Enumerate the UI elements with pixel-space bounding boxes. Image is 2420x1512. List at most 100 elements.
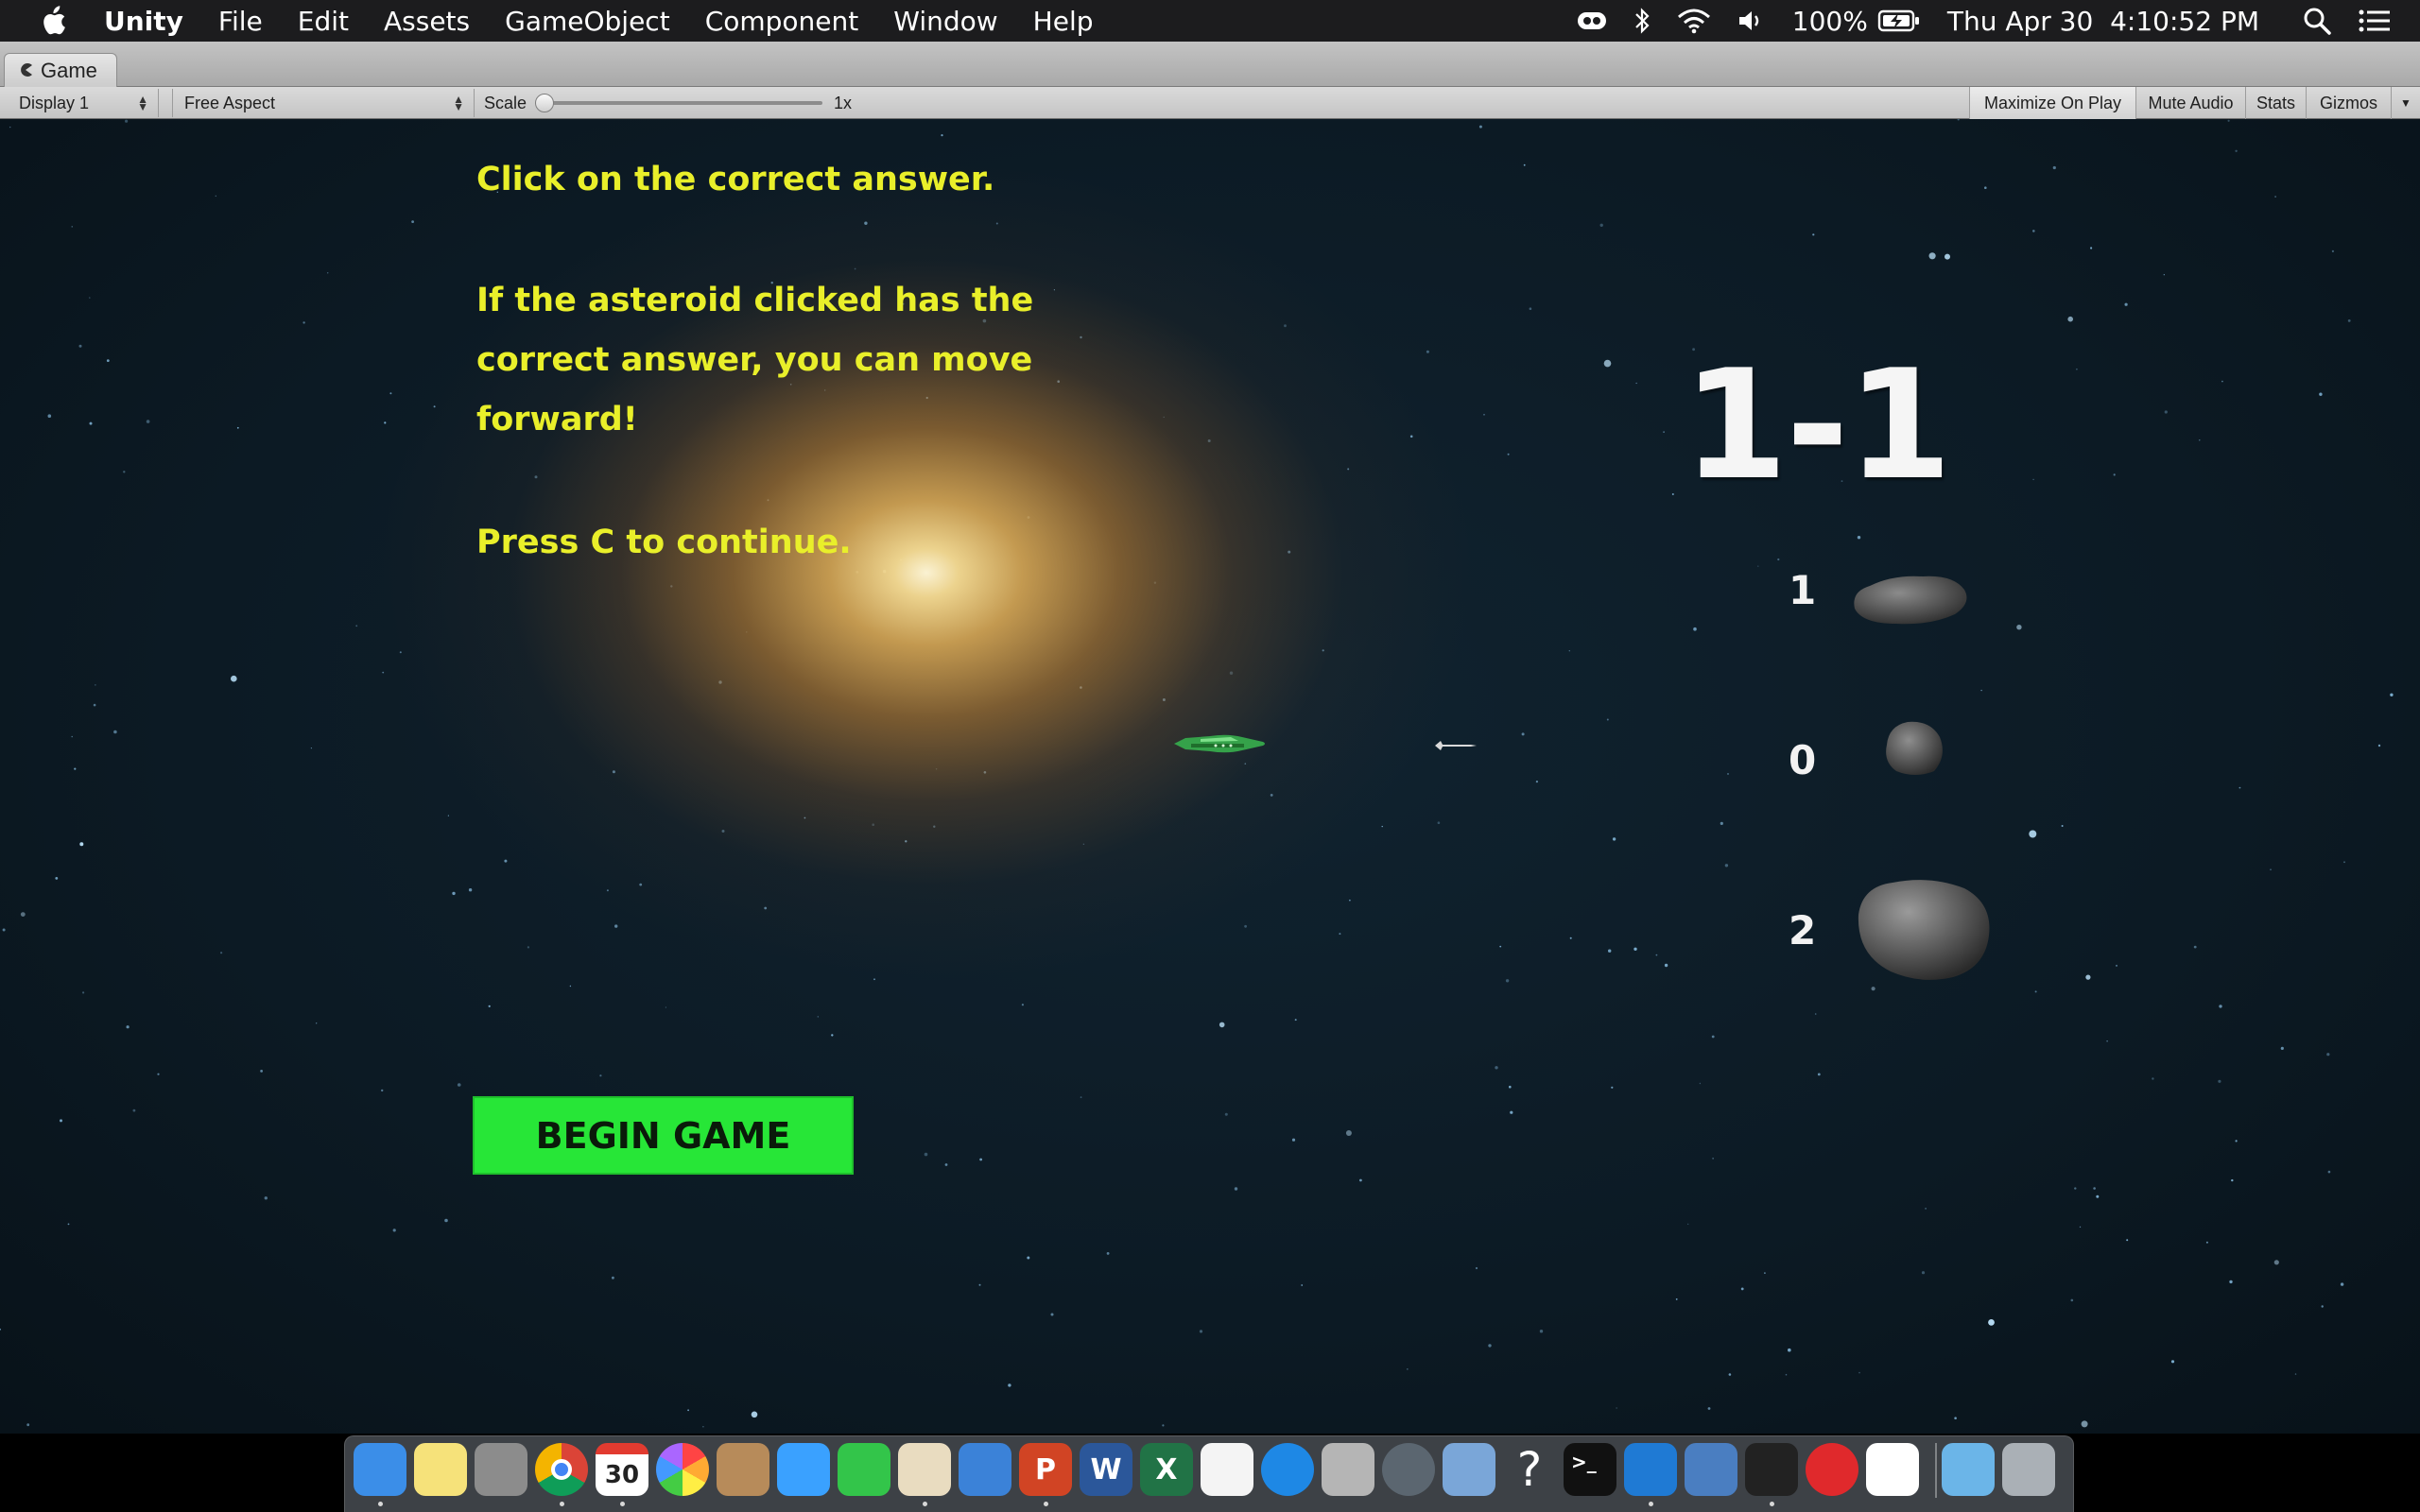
star bbox=[2124, 302, 2128, 306]
star bbox=[1655, 954, 1658, 956]
calendar-icon[interactable]: 30 bbox=[596, 1443, 648, 1496]
wifi-icon[interactable] bbox=[1677, 8, 1711, 34]
display-select-value: Display 1 bbox=[19, 93, 90, 112]
preview-icon[interactable] bbox=[1443, 1443, 1495, 1496]
spotlight-search-icon[interactable] bbox=[2303, 7, 2331, 35]
gizmos-toggle[interactable]: Gizmos bbox=[2306, 87, 2391, 119]
terminal-label: >_ bbox=[1571, 1451, 1597, 1473]
calculator-icon[interactable] bbox=[475, 1443, 527, 1496]
star bbox=[78, 344, 82, 348]
star bbox=[1478, 125, 1482, 129]
menu-help[interactable]: Help bbox=[1033, 6, 1094, 37]
star bbox=[457, 1083, 461, 1087]
asteroid-answer-1[interactable] bbox=[1849, 571, 1972, 634]
star bbox=[1954, 1417, 1957, 1419]
tab-game-label: Game bbox=[41, 59, 97, 82]
menu-assets[interactable]: Assets bbox=[384, 6, 470, 37]
star bbox=[327, 272, 329, 274]
terminal-icon[interactable]: >_ bbox=[1564, 1443, 1616, 1496]
calendar-label: 30 bbox=[604, 1461, 640, 1489]
gizmos-dropdown-arrow-icon[interactable]: ▼ bbox=[2391, 87, 2420, 119]
chrome-icon[interactable] bbox=[535, 1443, 588, 1496]
clock-datetime[interactable]: Thu Apr 30 4:10:52 PM bbox=[1947, 6, 2259, 37]
menu-edit[interactable]: Edit bbox=[298, 6, 349, 37]
star bbox=[2096, 1194, 2100, 1198]
aspect-select[interactable]: Free Aspect ▲ ▼ bbox=[172, 89, 475, 117]
star bbox=[146, 420, 150, 423]
star bbox=[1349, 899, 1351, 902]
menu-component[interactable]: Component bbox=[705, 6, 859, 37]
star bbox=[944, 1163, 948, 1166]
star bbox=[1634, 947, 1637, 951]
asteroid-answer-2[interactable] bbox=[1855, 877, 1996, 988]
scale-slider-handle[interactable] bbox=[535, 94, 554, 112]
star bbox=[2090, 247, 2093, 249]
star bbox=[2270, 868, 2272, 870]
dock-separator bbox=[1935, 1443, 1937, 1498]
menu-file[interactable]: File bbox=[218, 6, 263, 37]
word-icon[interactable]: W bbox=[1080, 1443, 1132, 1496]
creative-cloud-icon[interactable] bbox=[1577, 9, 1607, 32]
star bbox=[1777, 558, 1780, 561]
facetime-icon[interactable] bbox=[838, 1443, 890, 1496]
scale-slider-track[interactable] bbox=[541, 101, 822, 105]
quicktime-icon[interactable] bbox=[1382, 1443, 1435, 1496]
star bbox=[1539, 1330, 1544, 1333]
finder-icon[interactable] bbox=[354, 1443, 406, 1496]
trash-icon[interactable] bbox=[2002, 1443, 2055, 1496]
virtualbox-icon[interactable] bbox=[1685, 1443, 1737, 1496]
bluetooth-icon[interactable] bbox=[1634, 7, 1651, 35]
menu-gameobject[interactable]: GameObject bbox=[505, 6, 670, 37]
menu-app-unity[interactable]: Unity bbox=[104, 6, 183, 37]
star bbox=[1244, 924, 1247, 928]
help-icon[interactable]: ? bbox=[1503, 1443, 1556, 1496]
star bbox=[2193, 945, 2197, 949]
star bbox=[392, 1228, 396, 1232]
star bbox=[2085, 974, 2091, 980]
star bbox=[20, 912, 26, 917]
star bbox=[1339, 933, 1341, 936]
messages-icon[interactable] bbox=[777, 1443, 830, 1496]
star bbox=[2218, 1079, 2221, 1083]
control-center-icon[interactable] bbox=[2358, 9, 2392, 33]
notes-icon[interactable] bbox=[414, 1443, 467, 1496]
volume-icon[interactable] bbox=[1737, 9, 1766, 33]
star bbox=[2029, 830, 2037, 838]
excel-icon[interactable]: X bbox=[1140, 1443, 1193, 1496]
app-store-icon[interactable] bbox=[1261, 1443, 1314, 1496]
excel-label: X bbox=[1155, 1452, 1178, 1486]
star bbox=[2170, 1360, 2175, 1364]
powerpoint-icon[interactable]: P bbox=[1019, 1443, 1072, 1496]
star bbox=[1727, 773, 1729, 775]
mute-audio-toggle[interactable]: Mute Audio bbox=[2135, 87, 2245, 119]
tab-game[interactable]: Game bbox=[4, 53, 117, 88]
star bbox=[0, 1328, 1, 1331]
star bbox=[9, 126, 11, 129]
battery-charging-icon[interactable] bbox=[1877, 9, 1921, 33]
menu-window[interactable]: Window bbox=[893, 6, 997, 37]
dvd-player-icon[interactable] bbox=[1322, 1443, 1374, 1496]
textedit-icon[interactable] bbox=[898, 1443, 951, 1496]
photos-icon[interactable] bbox=[656, 1443, 709, 1496]
stats-toggle[interactable]: Stats bbox=[2245, 87, 2306, 119]
star bbox=[93, 703, 96, 707]
apple-logo-icon[interactable] bbox=[34, 0, 72, 42]
vscode-icon[interactable] bbox=[1624, 1443, 1677, 1496]
display-select[interactable]: Display 1 ▲ ▼ bbox=[8, 89, 159, 117]
star bbox=[132, 1108, 136, 1112]
downloads-folder-icon[interactable] bbox=[1942, 1443, 1995, 1496]
star bbox=[2219, 1005, 2222, 1008]
contacts-icon[interactable] bbox=[717, 1443, 769, 1496]
maximize-on-play-toggle[interactable]: Maximize On Play bbox=[1969, 87, 2135, 119]
asteroid-answer-0[interactable] bbox=[1879, 718, 1947, 783]
slack-icon[interactable] bbox=[1866, 1443, 1919, 1496]
star bbox=[2294, 1373, 2297, 1375]
star bbox=[1407, 1368, 1409, 1370]
begin-game-button[interactable]: BEGIN GAME bbox=[473, 1096, 854, 1175]
creative-cloud-icon[interactable] bbox=[1806, 1443, 1858, 1496]
instruction-line-3: correct answer, you can move bbox=[476, 341, 1033, 379]
keynote-icon[interactable] bbox=[959, 1443, 1011, 1496]
itunes-icon[interactable] bbox=[1201, 1443, 1253, 1496]
unity-icon[interactable] bbox=[1745, 1443, 1798, 1496]
game-viewport[interactable]: Click on the correct answer. If the aste… bbox=[0, 119, 2420, 1434]
